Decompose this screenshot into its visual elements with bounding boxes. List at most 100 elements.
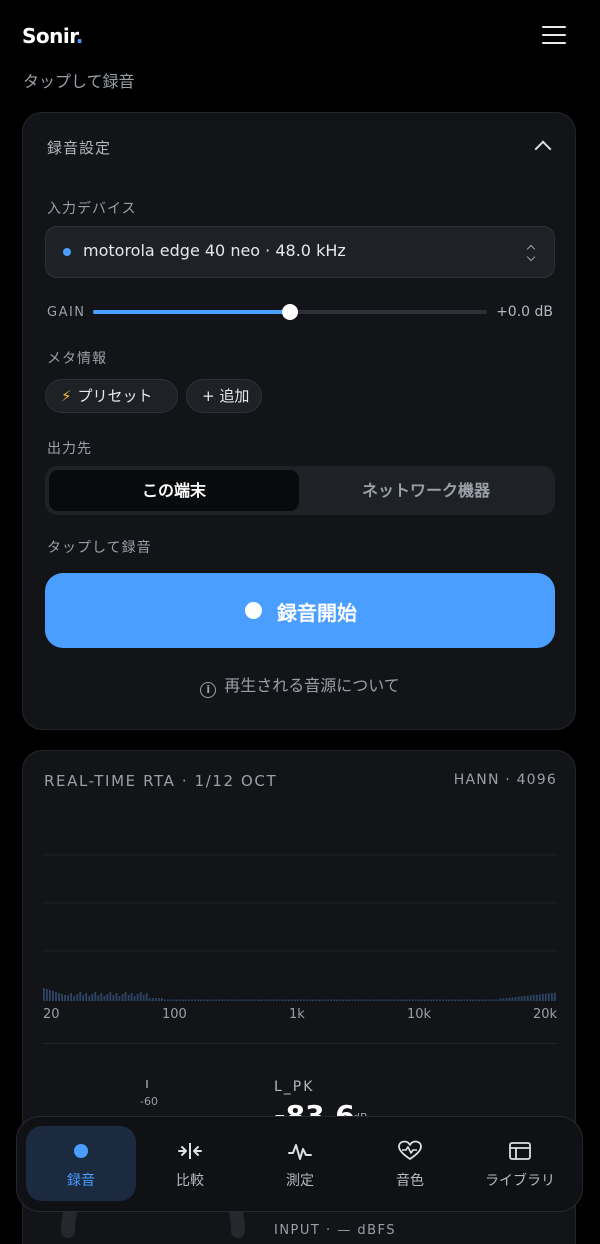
rta-bar (502, 998, 505, 1001)
rta-bar (242, 999, 245, 1001)
rta-bar (73, 996, 75, 1001)
rta-bar (46, 989, 48, 1001)
bottom-navigation: 録音 比較 測定 音色 ライブラリ (16, 1116, 583, 1212)
rta-bar (230, 999, 233, 1001)
rta-bar (330, 999, 332, 1001)
rta-bar (257, 999, 260, 1001)
app-header: Sonir. (0, 0, 600, 70)
rta-bar (535, 994, 538, 1001)
rta-bar (200, 999, 202, 1001)
app-logo: Sonir. (22, 24, 83, 48)
record-button-label: 録音開始 (277, 601, 357, 625)
rta-bar (417, 999, 420, 1001)
rta-bar (142, 995, 145, 1001)
rta-bar (472, 999, 475, 1001)
input-level-text: INPUT · — dBFS (274, 1223, 397, 1238)
nav-timbre[interactable]: 音色 (355, 1126, 465, 1201)
nav-label: ライブラリ (485, 1173, 555, 1189)
gain-thumb[interactable] (282, 304, 298, 320)
output-option-local[interactable]: この端末 (49, 470, 299, 511)
rta-bar (402, 999, 405, 1001)
rta-bar (378, 999, 381, 1001)
rta-bar (148, 998, 151, 1001)
rta-bar (496, 999, 499, 1001)
rta-bar (505, 998, 508, 1001)
rta-bar (103, 996, 106, 1001)
rta-bar (297, 999, 299, 1001)
rta-bar (445, 999, 447, 1001)
output-segmented-control: この端末 ネットワーク機器 (45, 466, 555, 515)
rta-bar (442, 999, 444, 1001)
rta-bar (88, 996, 91, 1001)
rta-bar (145, 993, 148, 1001)
rta-bar (61, 994, 63, 1001)
rta-bar (167, 999, 169, 1001)
rta-bar (508, 997, 511, 1001)
rta-bar (529, 995, 532, 1001)
rta-bar (318, 999, 320, 1001)
rta-bar (269, 999, 272, 1001)
rta-bar (215, 999, 218, 1001)
rta-bar (64, 995, 66, 1001)
rta-bar (157, 998, 160, 1001)
nav-library[interactable]: ライブラリ (465, 1126, 575, 1201)
rta-bar (281, 999, 284, 1001)
rta-bar (414, 999, 417, 1001)
rta-bar (206, 999, 209, 1001)
rta-bar (278, 999, 281, 1001)
rta-bar (411, 999, 414, 1001)
chevron-up-icon[interactable] (534, 140, 552, 158)
rta-bar (67, 995, 69, 1001)
rta-bar (457, 999, 459, 1001)
select-updown-icon (526, 242, 536, 264)
rta-bar (460, 999, 462, 1001)
rta-bar (170, 999, 172, 1001)
start-recording-button[interactable]: 録音開始 (45, 573, 555, 648)
rta-bar (381, 999, 384, 1001)
divider (43, 1043, 557, 1044)
menu-icon[interactable] (542, 26, 566, 45)
rta-bar (97, 995, 100, 1001)
rta-bar (209, 999, 212, 1001)
rta-bar (420, 999, 423, 1001)
rta-bar (481, 999, 484, 1001)
rta-bar (263, 999, 266, 1001)
rta-bar (321, 999, 323, 1001)
rta-bar (348, 999, 351, 1001)
rta-bar (221, 999, 224, 1001)
rta-bar (475, 999, 478, 1001)
rta-bar (118, 996, 121, 1001)
preset-button[interactable]: ⚡ プリセット (45, 379, 178, 413)
nav-label: 比較 (176, 1173, 204, 1189)
nav-measure[interactable]: 測定 (245, 1126, 355, 1201)
rta-bar (547, 993, 550, 1001)
rta-bar (287, 999, 290, 1001)
rta-bar (139, 992, 142, 1001)
rta-bar (554, 992, 556, 1001)
recording-settings-card: 録音設定 入力デバイス motorola edge 40 neo · 48.0 … (22, 112, 576, 730)
rta-bar (290, 999, 293, 1001)
rta-bar (251, 999, 254, 1001)
rta-bar (363, 999, 366, 1001)
rta-bar (490, 999, 493, 1001)
waveform-icon (288, 1144, 312, 1160)
record-icon (245, 602, 262, 619)
rta-bar (390, 999, 393, 1001)
nav-record[interactable]: 録音 (26, 1126, 136, 1201)
rta-bar (91, 994, 94, 1001)
rta-bar (272, 999, 275, 1001)
add-meta-button[interactable]: + 追加 (186, 379, 262, 413)
nav-compare[interactable]: 比較 (135, 1126, 245, 1201)
rta-bar (439, 999, 441, 1001)
library-icon (509, 1142, 531, 1160)
about-audio-link[interactable]: i 再生される音源について (23, 672, 577, 698)
rta-bar (85, 993, 88, 1001)
gain-slider[interactable] (93, 304, 487, 320)
rta-bar (538, 994, 541, 1001)
rta-bar (336, 999, 339, 1001)
output-option-network[interactable]: ネットワーク機器 (301, 470, 551, 511)
rta-bar (357, 999, 360, 1001)
rta-bar (514, 997, 517, 1001)
input-device-select[interactable]: motorola edge 40 neo · 48.0 kHz (45, 226, 555, 278)
rta-bar (345, 999, 348, 1001)
